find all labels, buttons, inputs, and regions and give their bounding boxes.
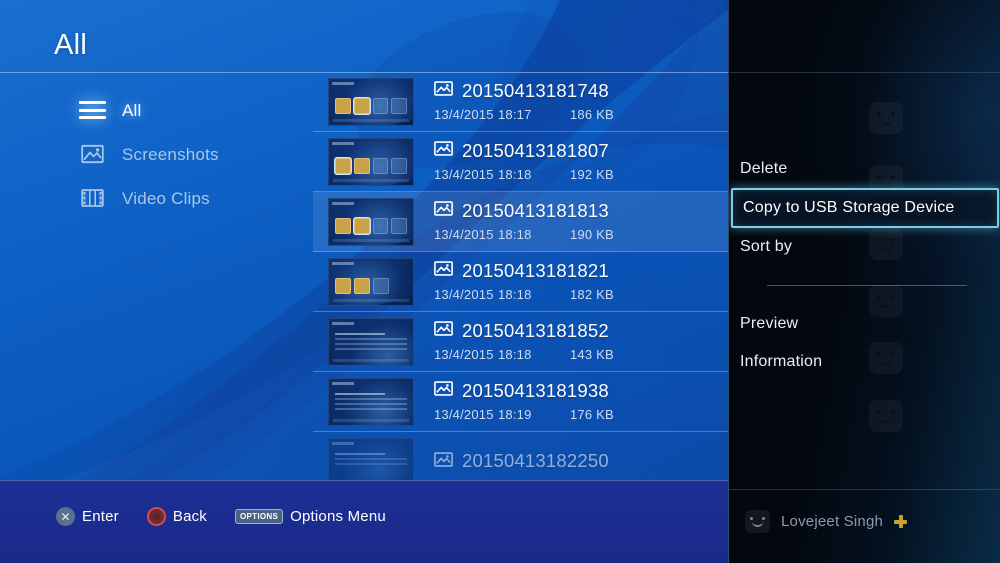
file-date: 13/4/2015	[434, 407, 494, 423]
hint-label: Enter	[82, 508, 119, 525]
thumbnail	[328, 197, 414, 246]
file-size: 192 KB	[570, 167, 614, 183]
table-row[interactable]: 20150413181821 13/4/2015 18:18 182 KB	[313, 252, 728, 312]
menu-item-delete[interactable]: Delete	[730, 150, 1000, 188]
sidebar-item-all[interactable]: All	[78, 94, 142, 126]
file-size: 190 KB	[570, 227, 614, 243]
picture-icon	[434, 451, 453, 472]
menu-item-label: Sort by	[740, 238, 793, 255]
smiley-avatar-icon	[869, 102, 903, 134]
file-name: 20150413181852	[462, 319, 609, 341]
picture-icon	[434, 81, 453, 101]
cross-button-icon: ✕	[56, 507, 75, 526]
circle-button-icon	[146, 507, 166, 526]
options-menu-panel: Delete Copy to USB Storage Device Sort b…	[728, 0, 1000, 563]
user-name: Lovejeet Singh	[781, 513, 884, 530]
user-profile[interactable]: Lovejeet Singh	[745, 510, 908, 533]
file-time: 18:18	[498, 167, 532, 183]
file-time: 18:18	[498, 227, 532, 243]
hint-label: Back	[172, 508, 208, 525]
file-name: 20150413181813	[462, 199, 609, 221]
file-size: 176 KB	[570, 407, 614, 423]
page-header: All	[0, 0, 728, 72]
picture-icon	[434, 321, 453, 341]
file-name: 20150413181748	[462, 79, 609, 101]
table-row[interactable]: 20150413181852 13/4/2015 18:18 143 KB	[313, 312, 728, 372]
hint-back[interactable]: Back	[146, 507, 208, 526]
smiley-avatar-icon	[869, 400, 903, 432]
film-strip-icon	[78, 186, 106, 210]
avatar	[745, 510, 770, 533]
table-row[interactable]: 20150413181748 13/4/2015 18:17 186 KB	[313, 72, 728, 132]
table-row[interactable]: 20150413181938 13/4/2015 18:19 176 KB	[313, 372, 728, 432]
sidebar: All Screenshots Video Clips	[0, 72, 300, 480]
page-title: All	[54, 29, 88, 61]
file-date: 13/4/2015	[434, 167, 494, 183]
file-size: 182 KB	[570, 287, 614, 303]
file-name: 20150413181807	[462, 139, 609, 161]
ps4-capture-gallery-screen: All All Screenshots Video Clips 20150413…	[0, 0, 1000, 563]
menu-item-label: Preview	[740, 315, 799, 332]
menu-item-sort-by[interactable]: Sort by	[730, 228, 1000, 266]
menu-item-information[interactable]: Information	[730, 343, 1000, 381]
table-row[interactable]: 20150413181807 13/4/2015 18:18 192 KB	[313, 132, 728, 192]
menu-item-label: Information	[740, 353, 823, 370]
sidebar-item-label: Video Clips	[122, 188, 210, 208]
button-hints: ✕ Enter Back OPTIONS Options Menu	[56, 507, 386, 526]
sidebar-item-label: All	[122, 100, 142, 120]
thumbnail	[328, 377, 414, 426]
sidebar-item-video-clips[interactable]: Video Clips	[78, 182, 210, 214]
file-time: 18:17	[498, 107, 532, 123]
picture-icon	[78, 142, 106, 166]
file-name: 20150413181821	[462, 259, 609, 281]
menu-divider	[767, 285, 967, 286]
file-time: 18:18	[498, 347, 532, 363]
thumbnail	[328, 257, 414, 306]
footer-hint-bar: ✕ Enter Back OPTIONS Options Menu	[0, 480, 728, 563]
ps-plus-badge-icon	[894, 515, 908, 528]
sidebar-item-label: Screenshots	[122, 144, 219, 164]
thumbnail	[328, 437, 414, 480]
table-row[interactable]: 20150413182250	[313, 432, 728, 480]
file-size: 143 KB	[570, 347, 614, 363]
menu-item-copy-to-usb-storage-device[interactable]: Copy to USB Storage Device	[731, 188, 999, 228]
hamburger-icon	[78, 98, 106, 122]
options-menu-list: Delete Copy to USB Storage Device Sort b…	[729, 150, 1000, 381]
file-time: 18:18	[498, 287, 532, 303]
file-size: 186 KB	[570, 107, 614, 123]
file-date: 13/4/2015	[434, 347, 494, 363]
menu-item-preview[interactable]: Preview	[730, 305, 1000, 343]
thumbnail	[328, 77, 414, 126]
capture-file-list[interactable]: 20150413181748 13/4/2015 18:17 186 KB 20…	[313, 72, 728, 480]
picture-icon	[434, 201, 453, 221]
file-date: 13/4/2015	[434, 107, 494, 123]
file-date: 13/4/2015	[434, 287, 494, 303]
thumbnail	[328, 317, 414, 366]
picture-icon	[434, 141, 453, 161]
thumbnail	[328, 137, 414, 186]
hint-enter[interactable]: ✕ Enter	[56, 507, 119, 526]
picture-icon	[434, 381, 453, 401]
panel-user-bar: Lovejeet Singh	[729, 489, 1000, 563]
hint-options-menu[interactable]: OPTIONS Options Menu	[235, 508, 386, 525]
hint-label: Options Menu	[290, 508, 386, 525]
menu-item-label: Delete	[740, 160, 788, 177]
file-name: 20150413181938	[462, 379, 609, 401]
table-row[interactable]: 20150413181813 13/4/2015 18:18 190 KB	[313, 192, 728, 252]
file-time: 18:19	[498, 407, 532, 423]
menu-item-label: Copy to USB Storage Device	[743, 199, 955, 216]
file-date: 13/4/2015	[434, 227, 494, 243]
sidebar-item-screenshots[interactable]: Screenshots	[78, 138, 219, 170]
file-name: 20150413182250	[462, 450, 609, 472]
picture-icon	[434, 261, 453, 281]
options-button-icon: OPTIONS	[235, 509, 284, 524]
